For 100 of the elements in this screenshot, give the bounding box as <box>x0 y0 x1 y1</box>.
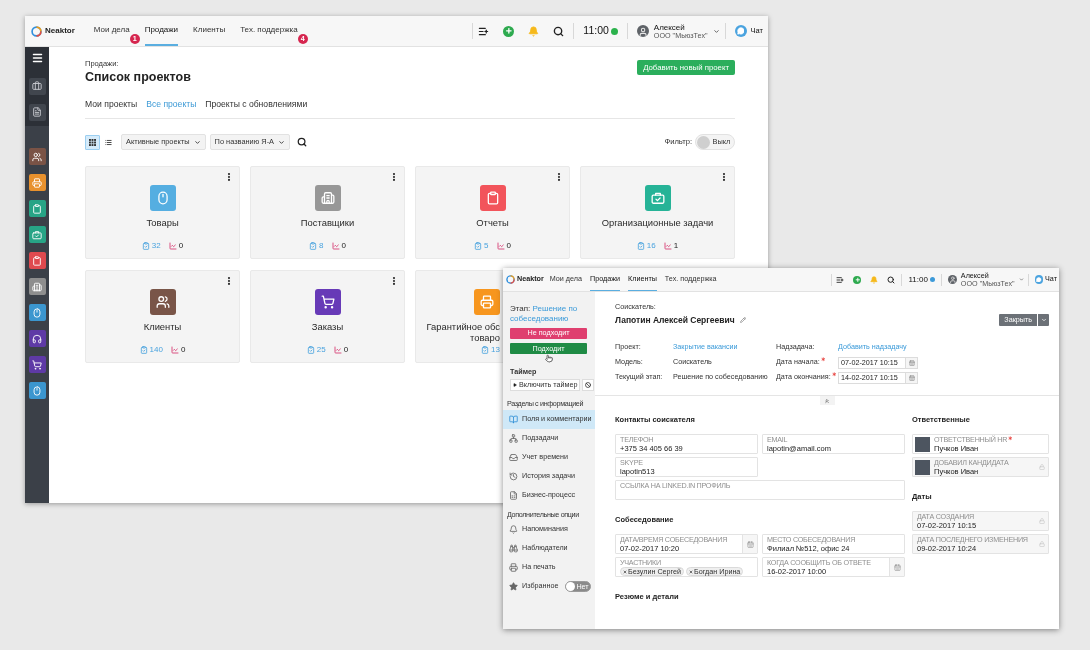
clock-time: 11:00 <box>908 273 928 286</box>
building-icon[interactable] <box>28 278 46 295</box>
task-count: 32 <box>151 241 161 251</box>
headphones-icon[interactable] <box>28 330 46 347</box>
card-title: Гарантийное обс товаро <box>426 322 500 343</box>
briefcase-check-icon[interactable] <box>644 185 671 211</box>
card-title: Клиенты <box>143 322 182 333</box>
app-name: Neaktor <box>45 25 75 37</box>
cart-icon[interactable] <box>314 289 341 315</box>
history-icon <box>509 472 518 481</box>
mouse-icon[interactable] <box>28 382 46 399</box>
spreadsheet-icon <box>509 491 518 500</box>
clipboard-icon[interactable] <box>479 185 506 211</box>
list-plus-icon[interactable] <box>836 275 845 284</box>
add-icon[interactable] <box>503 25 515 37</box>
hierarchy-icon <box>509 434 518 443</box>
project-card[interactable]: Организационные задачи 16 1 <box>580 166 735 259</box>
list-plus-icon[interactable] <box>478 25 490 37</box>
project-card[interactable]: Отчеты 5 0 <box>415 166 570 259</box>
chart-icon <box>168 242 177 250</box>
tab[interactable]: Проекты с обновлениями <box>205 99 308 110</box>
avatar-icon <box>636 25 649 37</box>
nav-tab[interactable]: Клиенты <box>193 16 226 46</box>
task-count: 13 <box>491 345 500 355</box>
task-count: 16 <box>646 241 656 251</box>
update-count: 0 <box>178 241 184 251</box>
printer-icon <box>509 563 518 572</box>
update-count: 1 <box>673 241 679 251</box>
search-icon[interactable] <box>887 275 896 284</box>
add-icon[interactable] <box>853 275 862 284</box>
people-icon[interactable] <box>149 289 176 315</box>
update-count: 0 <box>343 345 349 355</box>
document-icon[interactable] <box>28 103 46 121</box>
logo-icon <box>506 275 515 284</box>
task-count: 25 <box>316 345 326 355</box>
nav-tab[interactable]: Мои дела <box>93 16 130 46</box>
card-title: Поставщики <box>300 218 355 229</box>
dropdown-button[interactable] <box>1038 314 1049 326</box>
chart-icon <box>496 242 505 250</box>
card-title: Отчеты <box>476 218 509 229</box>
binoculars-icon <box>509 544 518 553</box>
briefcase-icon[interactable] <box>28 77 46 95</box>
toggle-knob-icon <box>566 582 575 591</box>
remove-icon[interactable] <box>623 569 627 574</box>
nav-tab[interactable]: Тех. поддержка <box>240 16 298 46</box>
clipboard-icon[interactable] <box>28 200 46 217</box>
project-card[interactable]: Товары 32 0 <box>85 166 240 259</box>
project-card[interactable]: Клиенты 140 0 <box>85 270 240 363</box>
remove-icon[interactable] <box>689 569 694 574</box>
project-card[interactable]: Заказы 25 0 <box>250 270 405 363</box>
chevron-down-icon[interactable] <box>712 27 720 35</box>
grid-view-button[interactable] <box>85 134 100 150</box>
nav-tab[interactable]: Продажи <box>144 16 179 46</box>
card-title: Организационные задачи <box>601 218 714 229</box>
people-icon[interactable] <box>28 148 46 165</box>
calendar-icon <box>908 359 915 366</box>
avatar-icon <box>947 275 957 284</box>
lock-icon <box>1039 464 1045 470</box>
lock-icon <box>1039 541 1045 547</box>
printer-icon[interactable] <box>28 174 46 191</box>
chevron-down-icon <box>1040 317 1047 323</box>
update-count: 0 <box>180 345 186 355</box>
clipboard-icon[interactable] <box>28 252 46 269</box>
pencil-icon[interactable] <box>739 317 746 323</box>
ban-icon <box>585 382 592 388</box>
book-icon <box>509 415 518 424</box>
cart-icon[interactable] <box>28 356 46 373</box>
search-icon[interactable] <box>297 137 308 147</box>
calendar-icon <box>893 563 901 571</box>
toggle-knob-icon <box>697 135 710 149</box>
mouse-icon[interactable] <box>28 304 46 321</box>
briefcase-check-icon[interactable] <box>28 226 46 243</box>
chat-icon <box>1034 275 1044 284</box>
page-title: Список проектов <box>85 69 191 86</box>
play-icon <box>513 383 517 387</box>
grid-icon <box>89 138 96 146</box>
clipboard-check-icon <box>309 242 318 250</box>
update-count: 0 <box>506 241 511 251</box>
logo-icon <box>31 25 42 37</box>
chevrons-up-icon <box>824 397 830 404</box>
chevron-down-icon <box>278 138 286 146</box>
candidate-name: Лапотин Алексей Сергеевич <box>615 314 735 326</box>
clipboard-check-icon <box>481 346 490 354</box>
calendar-icon <box>908 374 915 381</box>
user-name[interactable]: Алексей <box>653 22 708 32</box>
clipboard-check-icon <box>636 242 645 250</box>
star-icon <box>509 582 518 591</box>
timer-reset-button[interactable] <box>582 379 595 391</box>
chat-icon <box>734 25 747 37</box>
task-count: 140 <box>149 345 163 355</box>
card-title: Заказы <box>311 322 344 333</box>
task-count: 8 <box>319 241 324 251</box>
project-card[interactable]: Поставщики 8 0 <box>250 166 405 259</box>
card-title: Товары <box>146 218 179 229</box>
tab[interactable]: Мои проекты <box>85 99 138 110</box>
list-icon <box>105 138 112 146</box>
bell-icon <box>509 525 518 534</box>
search-icon[interactable] <box>553 25 565 37</box>
clipboard-check-icon <box>139 346 148 354</box>
clipboard-check-icon <box>141 242 150 250</box>
